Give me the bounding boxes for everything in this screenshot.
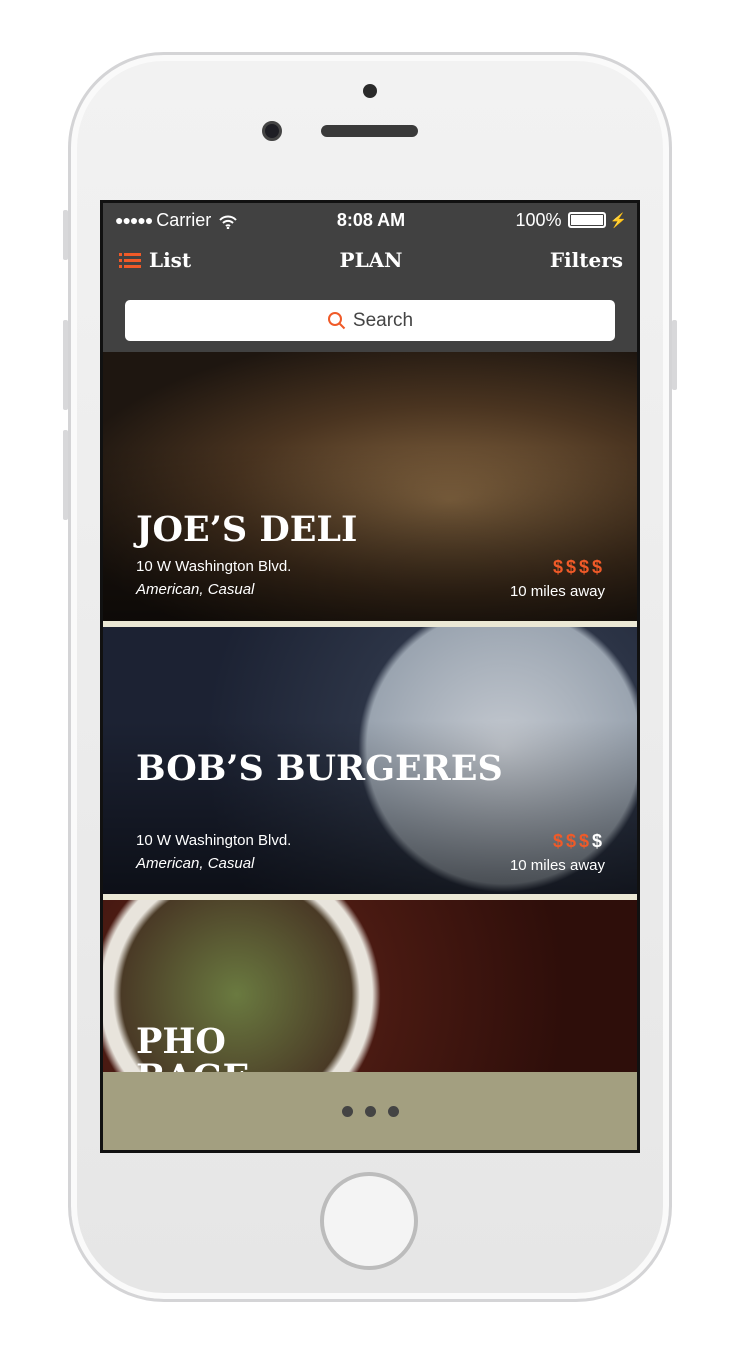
restaurant-name: BOB’S BURGERES bbox=[136, 748, 503, 789]
restaurant-category: American, Casual bbox=[136, 581, 255, 598]
filters-button[interactable]: Filters bbox=[550, 248, 623, 272]
restaurant-card[interactable]: JOE’S DELI 10 W Washington Blvd. America… bbox=[103, 352, 637, 621]
nav-bar: List PLAN Filters bbox=[119, 248, 623, 278]
home-button[interactable] bbox=[320, 1172, 418, 1270]
more-dots-icon[interactable] bbox=[387, 1105, 399, 1117]
volume-up-button bbox=[63, 320, 68, 410]
restaurant-distance: 10 miles away bbox=[509, 857, 605, 874]
restaurant-address: 10 W Washington Blvd. bbox=[136, 832, 292, 849]
volume-down-button bbox=[63, 430, 68, 520]
front-camera bbox=[262, 121, 282, 141]
restaurant-category: American, Casual bbox=[136, 855, 255, 872]
restaurant-distance: 10 miles away bbox=[509, 583, 605, 600]
more-dots-icon[interactable] bbox=[341, 1105, 353, 1117]
clock: 8:08 AM bbox=[336, 209, 406, 230]
restaurant-card[interactable]: BOB’S BURGERES 10 W Washington Blvd. Ame… bbox=[103, 627, 637, 894]
search-input[interactable]: Search bbox=[125, 300, 615, 341]
price-rating: $$$$ bbox=[552, 831, 605, 851]
mute-switch bbox=[63, 210, 68, 260]
search-placeholder: Search bbox=[352, 309, 414, 331]
screen: ●●●●● Carrier 8:08 AM 100% ⚡ List PLAN F… bbox=[100, 200, 640, 1153]
price-rating: $$$$ bbox=[552, 557, 605, 577]
restaurant-name: PHO BAGE bbox=[136, 1021, 249, 1073]
page-title: PLAN bbox=[339, 248, 403, 272]
restaurant-name: JOE’S DELI bbox=[136, 509, 358, 550]
restaurant-card[interactable]: PHO BAGE bbox=[103, 900, 637, 1072]
header: ●●●●● Carrier 8:08 AM 100% ⚡ List PLAN F… bbox=[103, 203, 637, 352]
proximity-sensor bbox=[363, 84, 377, 98]
more-dots-icon[interactable] bbox=[364, 1105, 376, 1117]
pagination-bar bbox=[103, 1072, 637, 1150]
earpiece-speaker bbox=[321, 125, 418, 137]
power-button bbox=[672, 320, 677, 390]
restaurant-address: 10 W Washington Blvd. bbox=[136, 558, 292, 575]
status-bar: ●●●●● Carrier 8:08 AM 100% ⚡ bbox=[115, 209, 627, 231]
search-icon bbox=[327, 311, 346, 329]
